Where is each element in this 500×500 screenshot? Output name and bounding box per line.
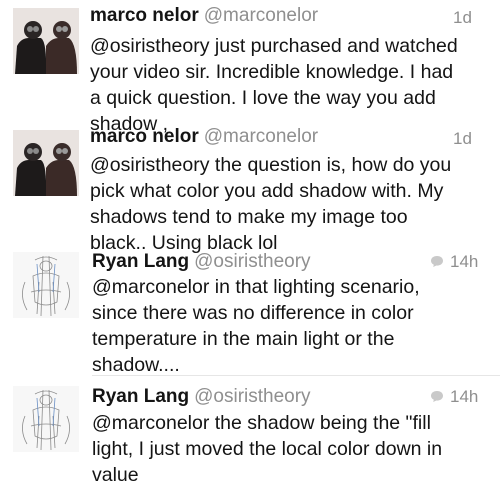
- tweet[interactable]: Ryan Lang @osiristheory 14h @marconelor t…: [0, 382, 500, 500]
- tweet-line: your video sir. Incredible knowledge. I …: [90, 61, 454, 83]
- author-handle[interactable]: @osiristheory: [194, 386, 310, 407]
- tweet-line: since there was no difference in color: [92, 302, 414, 324]
- tweet-line: value: [92, 464, 139, 486]
- author-handle[interactable]: @marconelor: [204, 5, 318, 26]
- tweet-text: @marconelor in that lighting scenario, s…: [92, 274, 492, 378]
- avatar[interactable]: [13, 386, 79, 452]
- tweet-text: @marconelor the shadow being the "fill l…: [92, 410, 492, 488]
- timestamp: 14h: [430, 251, 478, 273]
- tweet-line: light, I just moved the local color down…: [92, 438, 443, 460]
- avatar[interactable]: [13, 8, 79, 74]
- tweet-line: @osiristheory just purchased and watched: [90, 35, 458, 57]
- display-name[interactable]: Ryan Lang: [92, 251, 189, 272]
- tweet-line: @marconelor the shadow being the "fill: [92, 412, 431, 434]
- avatar[interactable]: [13, 252, 79, 318]
- tweet-line: @marconelor in that lighting scenario,: [92, 276, 420, 298]
- timestamp: 1d: [453, 129, 472, 148]
- tweet-line: temperature in the main light or the: [92, 328, 395, 350]
- tweet-line: a quick question. I love the way you add: [90, 87, 436, 109]
- tweet[interactable]: marco nelor @marconelor 1d @osiristheory …: [0, 124, 500, 254]
- divider: [92, 375, 500, 376]
- display-name[interactable]: Ryan Lang: [92, 386, 189, 407]
- speech-bubble-icon: [431, 256, 443, 267]
- tweet-text: @osiristheory just purchased and watched…: [90, 33, 490, 137]
- author-name[interactable]: marco nelor @marconelor: [90, 126, 318, 148]
- avatar[interactable]: [13, 130, 79, 196]
- tweet-text: @osiristheory the question is, how do yo…: [90, 152, 490, 256]
- tweet[interactable]: marco nelor @marconelor 1d @osiristheory …: [0, 0, 500, 135]
- author-name[interactable]: Ryan Lang @osiristheory: [92, 386, 311, 408]
- speech-bubble-icon: [431, 391, 443, 402]
- tweet-line: shadows tend to make my image too: [90, 206, 408, 228]
- tweet-line: @osiristheory the question is, how do yo…: [90, 154, 452, 176]
- author-name[interactable]: Ryan Lang @osiristheory: [92, 251, 311, 273]
- timestamp: 1d: [453, 8, 472, 27]
- tweet-line: pick what color you add shadow with. My: [90, 180, 444, 202]
- tweet[interactable]: Ryan Lang @osiristheory 14h @marconelor i…: [0, 248, 500, 378]
- author-handle[interactable]: @marconelor: [204, 126, 318, 147]
- author-name[interactable]: marco nelor @marconelor: [90, 5, 318, 27]
- timestamp-text: 14h: [450, 252, 479, 271]
- display-name[interactable]: marco nelor: [90, 126, 199, 147]
- timestamp: 14h: [430, 386, 478, 408]
- timestamp-text: 14h: [450, 387, 479, 406]
- display-name[interactable]: marco nelor: [90, 5, 199, 26]
- author-handle[interactable]: @osiristheory: [194, 251, 310, 272]
